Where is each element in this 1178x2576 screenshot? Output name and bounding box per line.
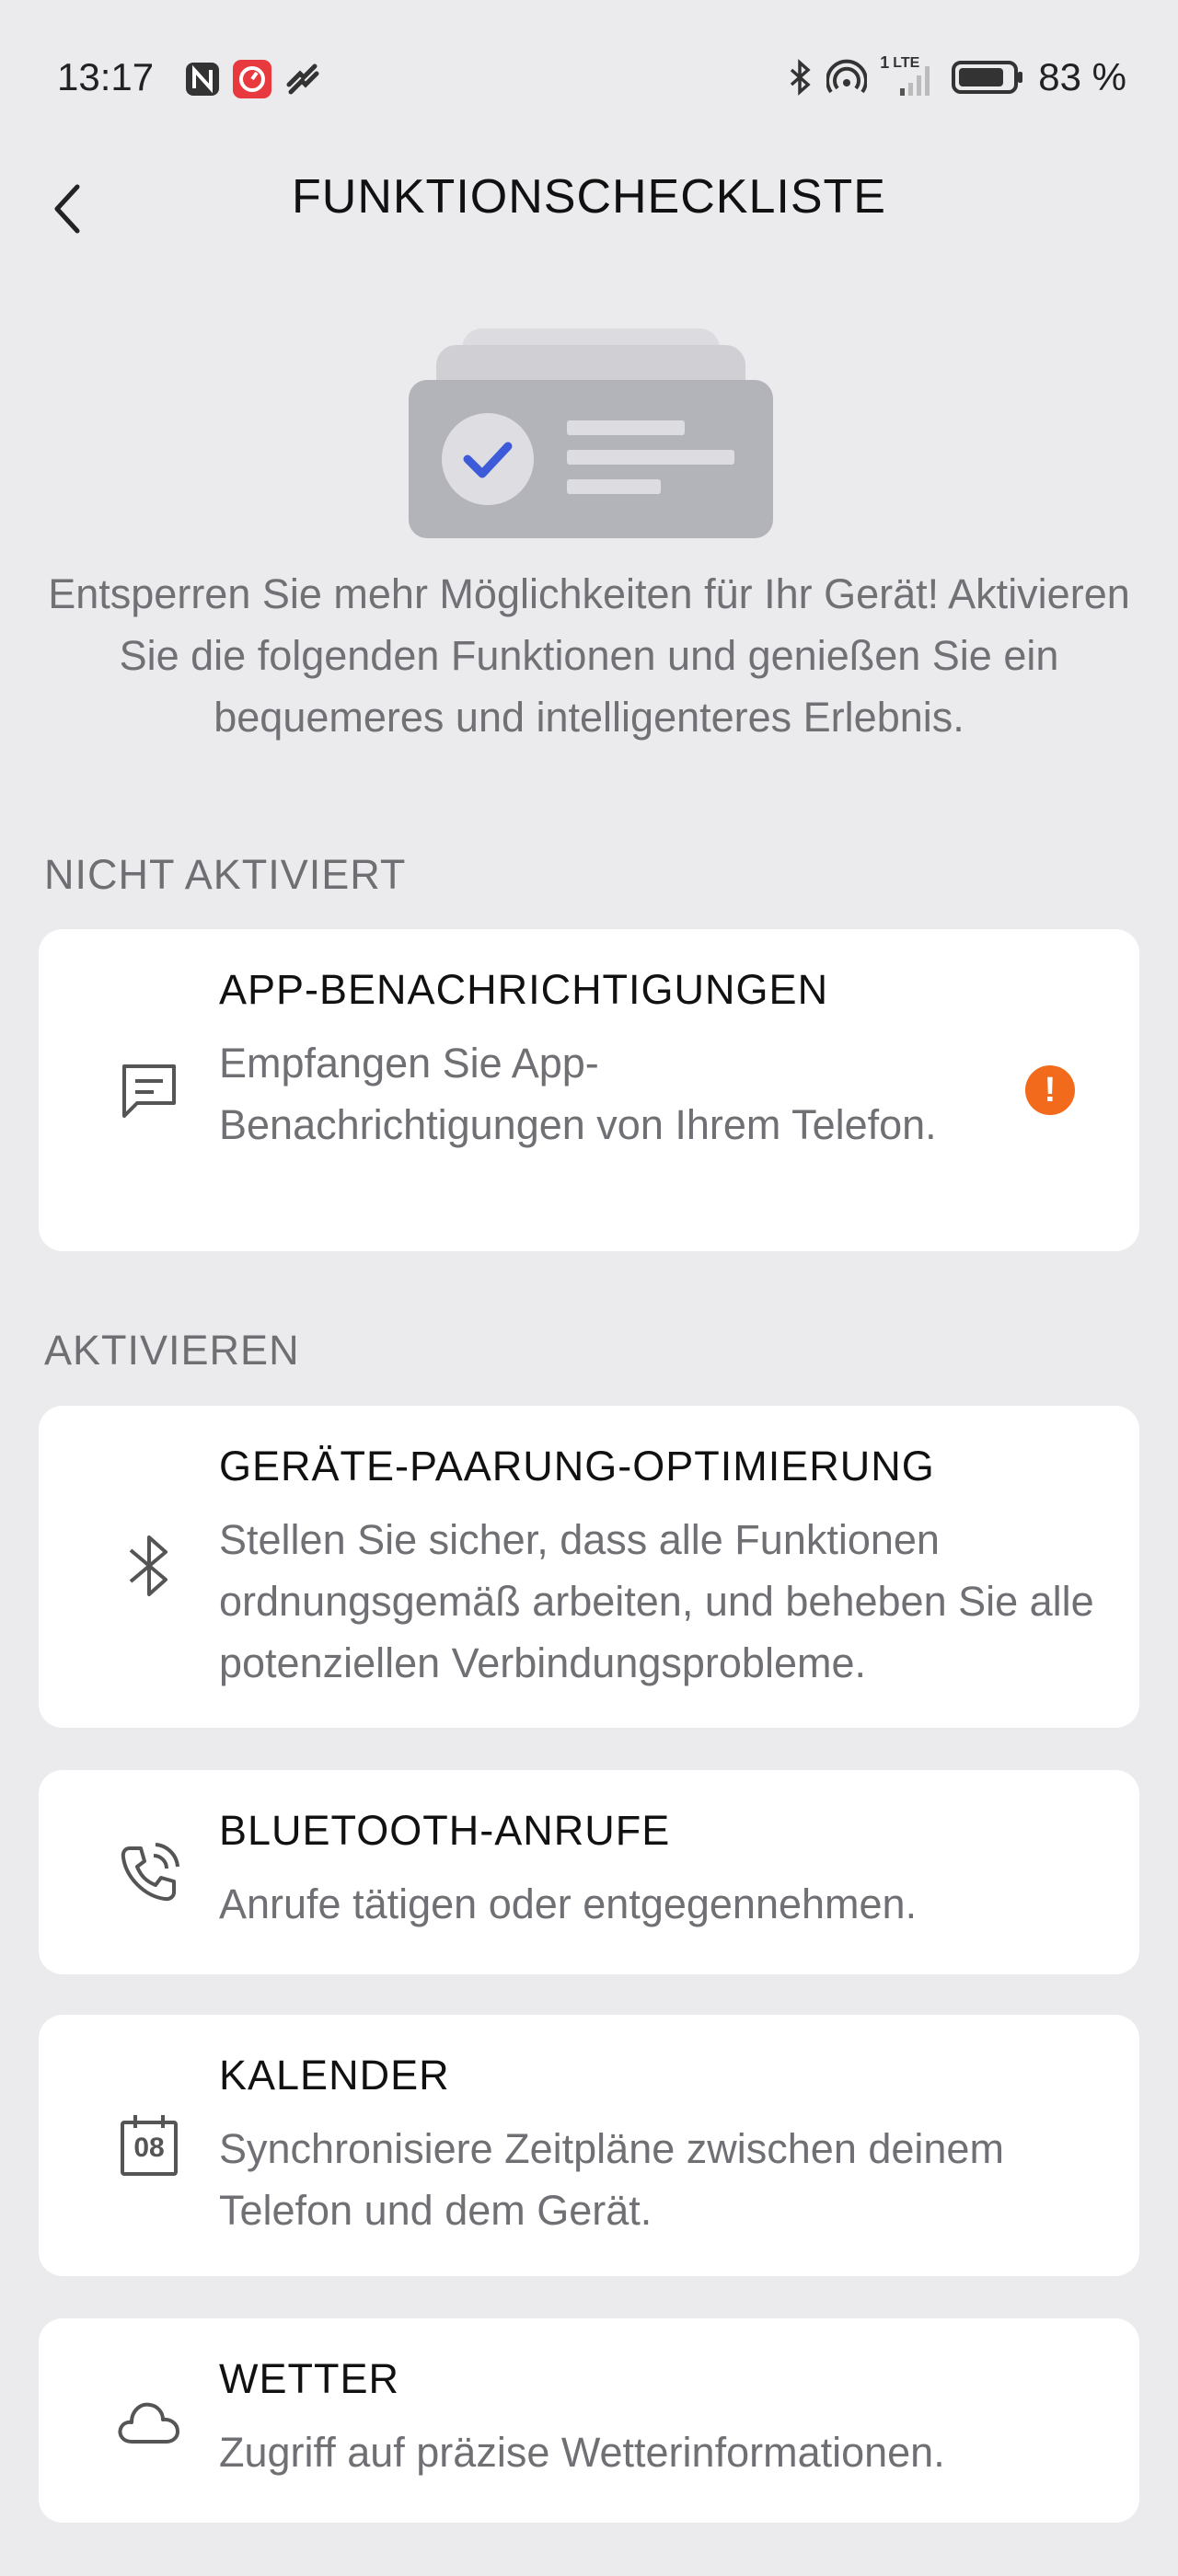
sim-label: 1 (880, 53, 890, 72)
page-title: FUNKTIONSCHECKLISTE (292, 170, 886, 224)
feature-description: Anrufe tätigen oder entgegennehmen. (219, 1880, 918, 1927)
status-bar: 13:17 1 LTE 83 % (0, 0, 1178, 156)
feature-bluetooth-calls[interactable]: BLUETOOTH-ANRUFE Anrufe tätigen oder ent… (39, 1770, 1139, 1974)
feature-title: BLUETOOTH-ANRUFE (219, 1807, 671, 1854)
message-icon (110, 1052, 188, 1130)
status-right-icons: 1 LTE 83 % (786, 53, 1126, 99)
feature-description: Stellen Sie sicher, dass alle Funktionen… (219, 1516, 1094, 1686)
bluetooth-icon (110, 1527, 188, 1604)
feature-app-notifications[interactable]: APP-BENACHRICHTIGUNGEN Empfangen Sie App… (39, 929, 1139, 1251)
phone-call-icon (110, 1834, 188, 1912)
hotspot-icon (826, 59, 868, 94)
feature-description: Zugriff auf präzise Wetterinformationen. (219, 2429, 945, 2476)
feature-title: APP-BENACHRICHTIGUNGEN (219, 966, 829, 1013)
feature-pairing-optimization[interactable]: GERÄTE-PAARUNG-OPTIMIERUNG Stellen Sie s… (39, 1406, 1139, 1728)
cellular-signal-icon: 1 LTE (880, 53, 939, 98)
feature-weather[interactable]: WETTER Zugriff auf präzise Wetterinforma… (39, 2318, 1139, 2523)
intro-text: Entsperren Sie mehr Möglichkeiten für Ih… (48, 570, 1130, 741)
feature-description: Empfangen Sie App-Benachrichtigungen von… (219, 1040, 937, 1148)
section-not-activated-label: NICHT AKTIVIERT (44, 851, 407, 898)
app-notification-icon (233, 60, 271, 98)
nfc-icon (186, 63, 219, 96)
checklist-illustration (409, 328, 773, 538)
status-left-icons (184, 59, 320, 99)
feature-description: Synchronisiere Zeitpläne zwischen deinem… (219, 2125, 1004, 2234)
warning-icon: ! (1025, 1065, 1075, 1115)
calendar-date-label: 08 (133, 2133, 165, 2163)
bluetooth-status-icon (791, 59, 811, 96)
feature-title: GERÄTE-PAARUNG-OPTIMIERUNG (219, 1443, 935, 1489)
battery-icon (952, 61, 1023, 94)
feature-title: WETTER (219, 2355, 399, 2402)
section-activate-label: AKTIVIEREN (44, 1327, 300, 1374)
battery-percentage: 83 % (1038, 55, 1126, 98)
feature-title: KALENDER (219, 2052, 450, 2099)
calendar-icon: 08 (110, 2107, 188, 2184)
app-header: FUNKTIONSCHECKLISTE (0, 156, 1178, 267)
app-notification-icon-2 (286, 63, 319, 95)
status-time: 13:17 (57, 55, 155, 98)
cloud-icon (110, 2383, 188, 2460)
feature-calendar[interactable]: 08 KALENDER Synchronisiere Zeitpläne zwi… (39, 2015, 1139, 2276)
